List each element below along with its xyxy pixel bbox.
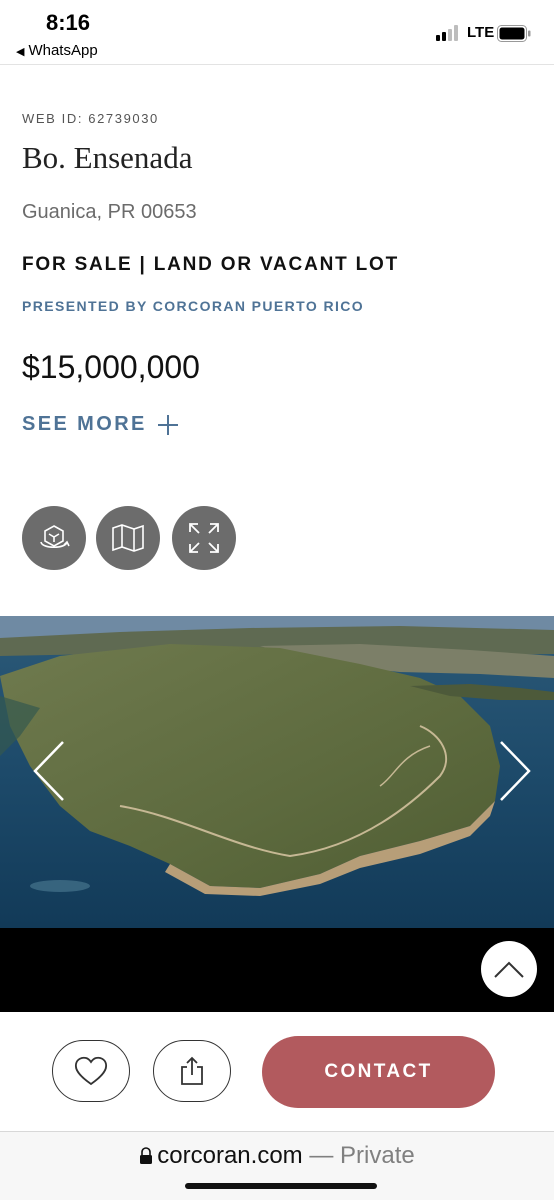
lock-icon — [140, 1147, 153, 1164]
private-mode-label: — Private — [309, 1142, 415, 1169]
see-more-label: SEE MORE — [22, 413, 147, 435]
back-arrow-icon: ◀ — [16, 46, 25, 58]
back-app-label: WhatsApp — [28, 42, 98, 59]
home-indicator — [185, 1183, 377, 1189]
heart-icon — [74, 1056, 108, 1086]
chevron-left-icon — [33, 741, 64, 801]
listing-price: $15,000,000 — [22, 349, 200, 385]
sale-type: FOR SALE | LAND OR VACANT LOT — [22, 254, 399, 275]
aerial-coastline-photo — [0, 616, 554, 928]
network-label: LTE — [467, 24, 495, 41]
map-icon — [112, 524, 144, 552]
see-more-button[interactable]: SEE MORE — [22, 413, 179, 436]
web-id: WEB ID: 62739030 — [22, 111, 159, 126]
3d-tour-icon — [40, 525, 70, 549]
photo-caption-band — [0, 928, 554, 1012]
chevron-up-icon — [494, 961, 524, 978]
header-divider — [0, 64, 554, 65]
status-bar: 8:16 ◀ WhatsApp LTE — [0, 0, 554, 64]
next-photo-button[interactable] — [496, 736, 536, 806]
back-to-app-link[interactable]: ◀ WhatsApp — [16, 42, 98, 59]
share-icon — [181, 1056, 203, 1085]
previous-photo-button[interactable] — [28, 736, 68, 806]
clock: 8:16 — [46, 10, 91, 35]
battery-icon — [497, 25, 531, 42]
signal-icon — [436, 25, 458, 41]
url-domain: corcoran.com — [157, 1142, 303, 1169]
favorite-button[interactable] — [52, 1040, 130, 1102]
fullscreen-button[interactable] — [172, 506, 236, 570]
chevron-right-icon — [500, 741, 531, 801]
share-button[interactable] — [153, 1040, 231, 1102]
listing-title: Bo. Ensenada — [22, 140, 193, 175]
presented-by-link[interactable]: PRESENTED BY CORCORAN PUERTO RICO — [22, 298, 364, 314]
scroll-to-top-button[interactable] — [481, 941, 537, 997]
listing-photo[interactable] — [0, 616, 554, 928]
contact-button[interactable]: CONTACT — [262, 1036, 495, 1108]
expand-icon — [189, 523, 219, 553]
url-display[interactable]: corcoran.com — Private — [0, 1142, 554, 1170]
map-button[interactable] — [96, 506, 160, 570]
3d-tour-button[interactable] — [22, 506, 86, 570]
plus-icon — [157, 414, 178, 435]
listing-address: Guanica, PR 00653 — [22, 201, 197, 223]
